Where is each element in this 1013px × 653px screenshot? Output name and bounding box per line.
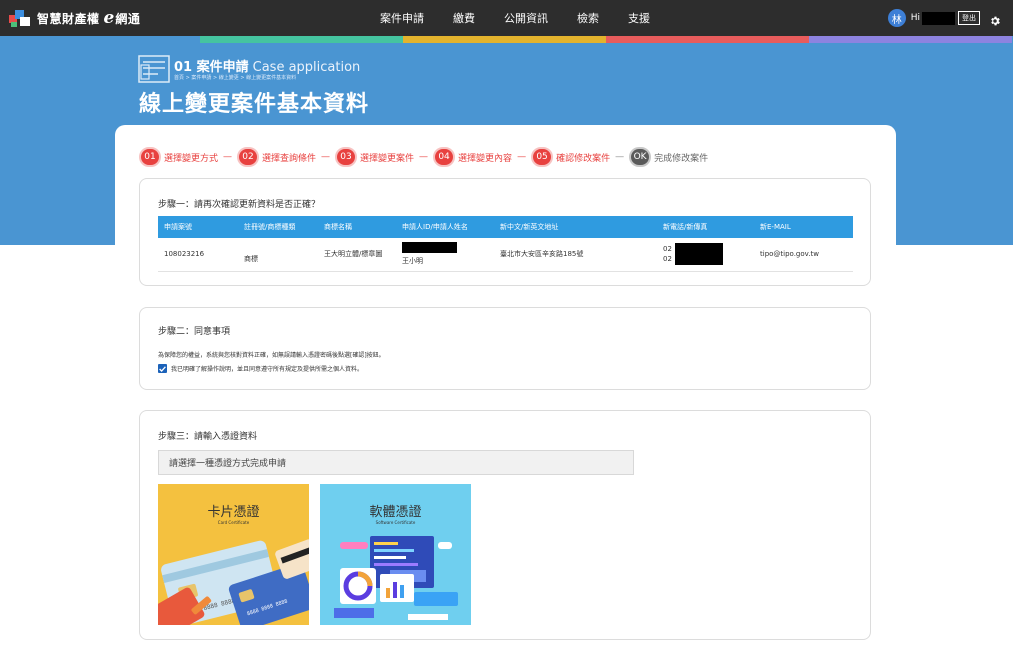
nav-case-apply[interactable]: 案件申請 (380, 10, 424, 26)
logo-text: 智慧財產權 (37, 10, 100, 27)
col-address: 新中文/新英文地址 (494, 216, 657, 238)
step-3: 03 選擇變更案件 (335, 147, 414, 167)
check-icon (159, 366, 166, 372)
cell-phone: 02 02 (657, 238, 754, 271)
redacted-phone (675, 243, 723, 265)
phone-prefix: 02 (663, 245, 672, 253)
step-1: 01 選擇變更方式 (139, 147, 218, 167)
main-nav: 案件申請 繳費 公開資訊 檢索 支援 (380, 0, 679, 36)
logo-e: e (104, 8, 115, 28)
logo-icon (9, 9, 31, 27)
step-label: 選擇變更方式 (164, 151, 218, 164)
section-number: 01 案件申請 (174, 60, 249, 75)
step1-panel: 步驟一：請再次確認更新資料是否正確？ 申請案號 註冊號/商標種類 商標名稱 申請… (139, 178, 871, 286)
col-reg-type: 註冊號/商標種類 (238, 216, 318, 238)
step-separator: — (419, 152, 428, 162)
agree-row[interactable]: 我已明確了解操作說明，並且同意遵守所有規定及提供所需之個人資料。 (158, 364, 363, 373)
step-number: 03 (335, 147, 357, 167)
user-greeting: Hi (911, 13, 920, 23)
software-certificate-option[interactable]: 軟體憑證 Software Certificate (320, 484, 471, 625)
step-progress: 01 選擇變更方式 — 02 選擇查詢條件 — 03 選擇變更案件 — 04 選… (139, 147, 708, 167)
step2-title: 步驟二：同意事項 (158, 324, 230, 337)
cert-method-select[interactable]: 請選擇一種憑證方式完成申請 (158, 450, 634, 475)
section-english: Case application (253, 60, 361, 75)
step-label: 完成修改案件 (654, 151, 708, 164)
nav-support[interactable]: 支援 (628, 10, 650, 26)
agree-checkbox[interactable] (158, 364, 167, 373)
table-header-row: 申請案號 註冊號/商標種類 商標名稱 申請人ID/申請人姓名 新中文/新英文地址… (158, 216, 853, 238)
fax-prefix: 02 (663, 255, 672, 263)
credit-cards-illustration: 8888 8888 8888 8888 8888 8888 (158, 484, 309, 625)
site-logo[interactable]: 智慧財產權 e 網通 (9, 8, 140, 28)
update-data-table: 申請案號 註冊號/商標種類 商標名稱 申請人ID/申請人姓名 新中文/新英文地址… (158, 216, 853, 272)
gear-icon[interactable] (989, 12, 1001, 24)
software-illustration (320, 484, 471, 625)
step-label: 選擇變更內容 (458, 151, 512, 164)
step-2: 02 選擇查詢條件 (237, 147, 316, 167)
accent-red (606, 36, 809, 43)
cell-type: 商標 (238, 238, 318, 271)
accent-green (200, 36, 403, 43)
logout-button[interactable]: 登出 (958, 11, 980, 25)
col-applicant: 申請人ID/申請人姓名 (396, 216, 494, 238)
section-heading: 01 案件申請 Case application (174, 56, 360, 75)
step-separator: — (517, 152, 526, 162)
step1-title: 步驟一：請再次確認更新資料是否正確？ (158, 197, 320, 210)
application-form-icon (138, 55, 170, 83)
step-label: 確認修改案件 (556, 151, 610, 164)
breadcrumb[interactable]: 首頁 > 案件申請 > 線上變更 > 線上變更案件基本資料 (174, 74, 296, 81)
cell-email: tipo@tipo.gov.tw (754, 238, 853, 271)
nav-public-info[interactable]: 公開資訊 (504, 10, 548, 26)
cell-address: 臺北市大安區辛亥路185號 (494, 238, 657, 271)
consent-notice: 為保障您的權益，系統與您核對資料正確，如無誤請輸入憑證密碼後點選[確認]按鈕。 (158, 350, 385, 359)
top-navbar: 智慧財產權 e 網通 案件申請 繳費 公開資訊 檢索 支援 林 Hi 登出 (0, 0, 1013, 36)
col-case-no: 申請案號 (158, 216, 238, 238)
card-certificate-option[interactable]: 卡片憑證 Card Certificate 8888 8888 8888 888… (158, 484, 309, 625)
step-separator: — (223, 152, 232, 162)
redacted-username (922, 12, 955, 25)
nav-payment[interactable]: 繳費 (453, 10, 475, 26)
nav-search[interactable]: 檢索 (577, 10, 599, 26)
col-name: 商標名稱 (318, 216, 396, 238)
applicant-name: 王小明 (402, 256, 494, 266)
step-separator: — (615, 152, 624, 162)
step3-title: 步驟三：請輸入憑證資料 (158, 429, 257, 442)
cell-applicant: 王小明 (396, 238, 494, 271)
step-ok: OK 完成修改案件 (629, 147, 708, 167)
col-phone: 新電話/新傳真 (657, 216, 754, 238)
accent-yellow (403, 36, 606, 43)
step-label: 選擇查詢條件 (262, 151, 316, 164)
accent-purple (809, 36, 1012, 43)
step-separator: — (321, 152, 330, 162)
page-title: 線上變更案件基本資料 (139, 86, 369, 118)
table-row: 108023216 商標 王大明立體/標章圖 王小明 臺北市大安區辛亥路185號… (158, 238, 853, 271)
step-5: 05 確認修改案件 (531, 147, 610, 167)
step-label: 選擇變更案件 (360, 151, 414, 164)
cell-case-no: 108023216 (158, 238, 238, 271)
step-number: OK (629, 147, 651, 167)
agree-label[interactable]: 我已明確了解操作說明，並且同意遵守所有規定及提供所需之個人資料。 (171, 364, 363, 373)
avatar[interactable]: 林 (888, 9, 906, 27)
step3-panel: 步驟三：請輸入憑證資料 請選擇一種憑證方式完成申請 卡片憑證 Card Cert… (139, 410, 871, 640)
color-accent-bar (200, 36, 1012, 43)
step-number: 02 (237, 147, 259, 167)
logo-suffix: 網通 (115, 10, 140, 27)
redacted-applicant-id (402, 242, 457, 253)
step2-panel: 步驟二：同意事項 為保障您的權益，系統與您核對資料正確，如無誤請輸入憑證密碼後點… (139, 307, 871, 390)
step-number: 04 (433, 147, 455, 167)
col-email: 新E-MAIL (754, 216, 853, 238)
user-area: 林 Hi 登出 (888, 9, 1001, 27)
step-number: 01 (139, 147, 161, 167)
step-4: 04 選擇變更內容 (433, 147, 512, 167)
cell-name: 王大明立體/標章圖 (318, 238, 396, 271)
step-number: 05 (531, 147, 553, 167)
